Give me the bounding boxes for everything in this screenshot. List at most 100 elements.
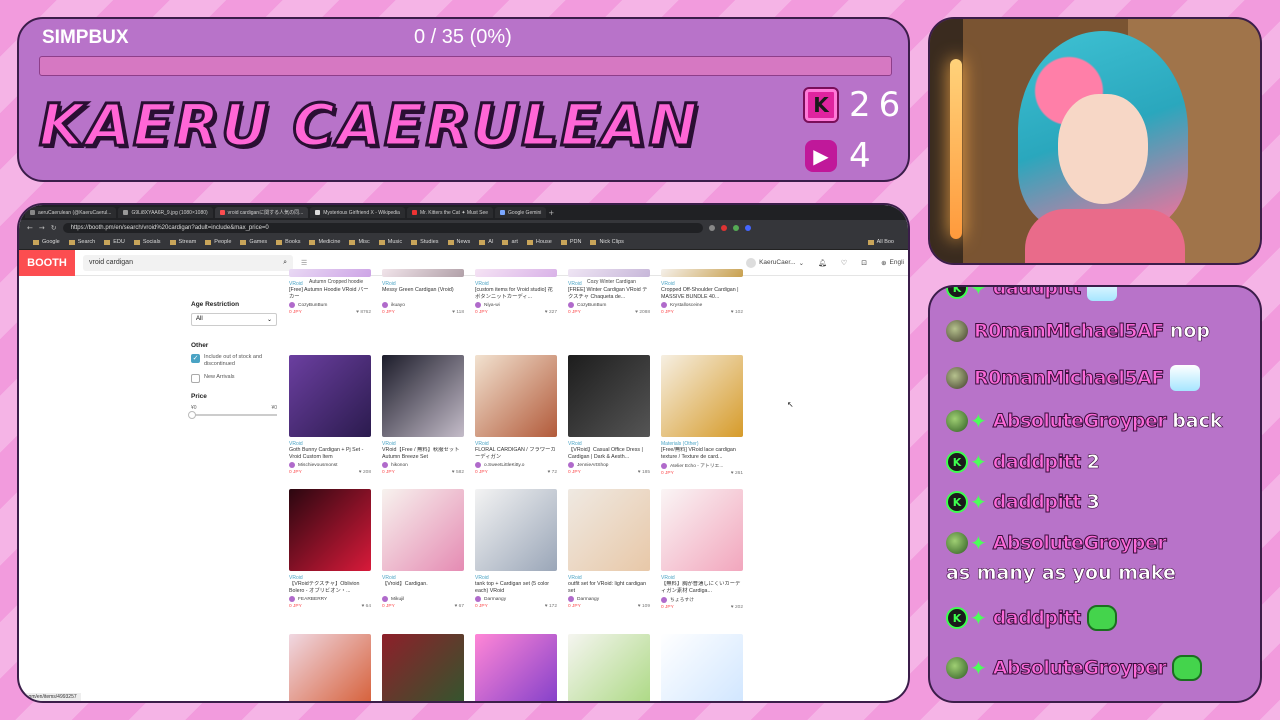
product-thumbnail[interactable] [568,634,650,701]
tab[interactable]: Google Gemini [495,207,547,218]
like-count[interactable]: ♥ 8762 [356,310,371,315]
product-title[interactable]: FLORAL CARDIGAN / フラワーカーディガン [475,447,557,461]
user-menu[interactable]: KaeruCaer... ⌄ [746,257,804,268]
search-icon[interactable]: ⌕ [283,259,287,267]
language-selector[interactable]: ⊕ Engli [881,259,904,267]
product-thumbnail[interactable] [568,355,650,437]
product-title[interactable]: outfit set for VRoid: light cardigan set [568,581,650,595]
bookmark[interactable]: Socials [133,239,161,245]
shop-name[interactable]: o.SweetLittleKitty.o [475,462,557,468]
like-count[interactable]: ♥ 202 [731,605,743,610]
product-thumbnail[interactable] [661,489,743,571]
shop-name[interactable]: Mikujil [382,596,464,602]
product-title[interactable]: [Free] Autumn Hoodie VRoid パーカー [289,287,371,301]
extension-icon[interactable] [720,224,727,231]
product-title[interactable]: 【VRoid】Casual Office Dress | Cardigan | … [568,447,650,461]
product-title[interactable]: [Free/無料] VRoid lace cardigan texture / … [661,447,743,461]
price-slider[interactable] [188,411,277,420]
tab[interactable]: Mysterious Girlfriend X - Wikipedia [310,207,405,218]
booth-logo[interactable]: BOOTH [19,249,75,276]
product-card[interactable]: VRoid [custom items for Vroid studio] 花ボタ… [475,269,557,315]
bookmark[interactable]: Books [276,239,300,245]
bookmark[interactable]: Misc [349,239,370,245]
bookmark[interactable]: art [502,239,518,245]
like-count[interactable]: ♥ 185 [638,470,650,475]
like-count[interactable]: ♥ 64 [361,604,371,609]
product-card[interactable]: VRoid 【VRoid】Casual Office Dress | Cardig… [568,355,650,475]
product-thumbnail[interactable] [568,489,650,571]
product-card[interactable]: VRoid Goth Bunny Cardigan + Pj Set - Vroi… [289,355,371,475]
bookmark[interactable]: News [447,239,470,245]
product-title[interactable]: Goth Bunny Cardigan + Pj Set - Vroid Cus… [289,447,371,461]
bookmark[interactable]: Music [378,239,402,245]
chat-username[interactable]: daddpitt [992,287,1081,300]
like-count[interactable]: ♥ 102 [731,310,743,315]
shop-name[interactable]: CozyBunBum [289,302,371,308]
like-count[interactable]: ♥ 208 [359,470,371,475]
shop-name[interactable]: ちょろすけ [661,596,743,603]
shop-name[interactable]: Krystallosceine [661,302,743,308]
product-thumbnail[interactable] [568,269,650,277]
extension-icon[interactable] [708,224,715,231]
product-card[interactable]: VRoid [FREE] Winter Cardigan VRoid テクスチャ … [568,269,650,315]
product-title[interactable]: Messy Green Cardigan (Vroid) [382,287,464,301]
new-tab-icon[interactable]: + [548,209,554,217]
extension-icon[interactable] [732,224,739,231]
shop-name[interactable]: hikonon [382,462,464,468]
product-thumbnail[interactable] [382,489,464,571]
product-card[interactable]: VRoid 【無料】胸が普通しにくいカーディガン素材 Cardiga... ちょろす… [661,489,743,610]
like-count[interactable]: ♥ 67 [454,604,464,609]
shop-name[interactable]: CozyBunBum [568,302,650,308]
like-count[interactable]: ♥ 582 [452,470,464,475]
tab[interactable]: aeruCaerulean (@KaeruCaerul... [25,207,117,218]
tab[interactable]: Mr. Kitters the Cat ✦ Must See [406,207,494,218]
shop-name[interactable]: Atelier Echo - アトリエ... [661,462,743,469]
filter-icon[interactable]: ☰ [301,259,307,267]
product-card[interactable]: VRoid Messy Green Cardigan (Vroid) ikuayo 0… [382,269,464,315]
product-title[interactable]: [custom items for Vroid studio] 花ボタンニットカ… [475,287,557,301]
product-thumbnail[interactable] [475,489,557,571]
product-title[interactable]: 【Vroid】Cardigan. [382,581,464,595]
product-thumbnail[interactable] [289,269,371,277]
like-count[interactable]: ♥ 72 [547,470,557,475]
shop-name[interactable]: Darmangy [568,596,650,602]
back-icon[interactable]: ← [27,224,33,232]
chat-username[interactable]: R0manMichael5AF [974,320,1165,343]
bookmark[interactable]: Games [240,239,267,245]
product-thumbnail[interactable] [661,634,743,701]
new-arrivals-checkbox[interactable]: New Arrivals [191,374,277,384]
shop-name[interactable]: ikuayo [382,302,464,308]
chat-username[interactable]: AbsoluteGroyper [992,532,1167,555]
like-count[interactable]: ♥ 261 [731,471,743,476]
bookmark[interactable]: Google [33,239,60,245]
product-title[interactable]: 【無料】胸が普通しにくいカーディガン素材 Cardiga... [661,581,743,595]
product-thumbnail[interactable] [382,269,464,277]
booth-search-input[interactable]: vroid cardigan ⌕ [83,254,293,271]
bookmark[interactable]: Search [68,239,95,245]
shop-name[interactable]: Mischievousmonst [289,462,371,468]
chat-username[interactable]: AbsoluteGroyper [992,657,1167,680]
product-card[interactable]: VRoid Cropped Off-Shoulder Cardigan | MAS… [661,269,743,315]
product-card[interactable]: VRoid FLORAL CARDIGAN / フラワーカーディガン o.Sweet… [475,355,557,475]
product-card[interactable] [289,634,371,701]
product-thumbnail[interactable] [475,634,557,701]
chat-username[interactable]: AbsoluteGroyper [992,410,1167,433]
like-count[interactable]: ♥ 2088 [635,310,650,315]
like-count[interactable]: ♥ 118 [452,310,464,315]
product-thumbnail[interactable] [289,355,371,437]
age-restriction-select[interactable]: All ⌄ [191,313,277,326]
bookmark[interactable]: House [526,239,552,245]
product-thumbnail[interactable] [382,355,464,437]
product-thumbnail[interactable] [289,634,371,701]
product-card[interactable] [568,634,650,701]
product-title[interactable]: VRoid【Free / 無料】秋服セット Autumn Breeze Set [382,447,464,461]
product-card[interactable] [382,634,464,701]
url-field[interactable]: https://booth.pm/en/search/vroid%20cardi… [62,222,703,233]
tab-active[interactable]: vroid cardiganに関する人気の同... [214,207,309,218]
include-out-of-stock-checkbox[interactable]: ✓ Include out of stock and discontinued [191,354,277,368]
tab[interactable]: G9Li8XYAA6R_9.jpg (1080×1080) [118,207,213,218]
cart-icon[interactable]: ⊡ [861,259,867,267]
bookmark[interactable]: AI [479,239,493,245]
product-card[interactable]: VRoid outfit set for VRoid: light cardiga… [568,489,650,609]
product-title[interactable]: [FREE] Winter Cardigan VRoid テクスチャ Chaqu… [568,287,650,301]
